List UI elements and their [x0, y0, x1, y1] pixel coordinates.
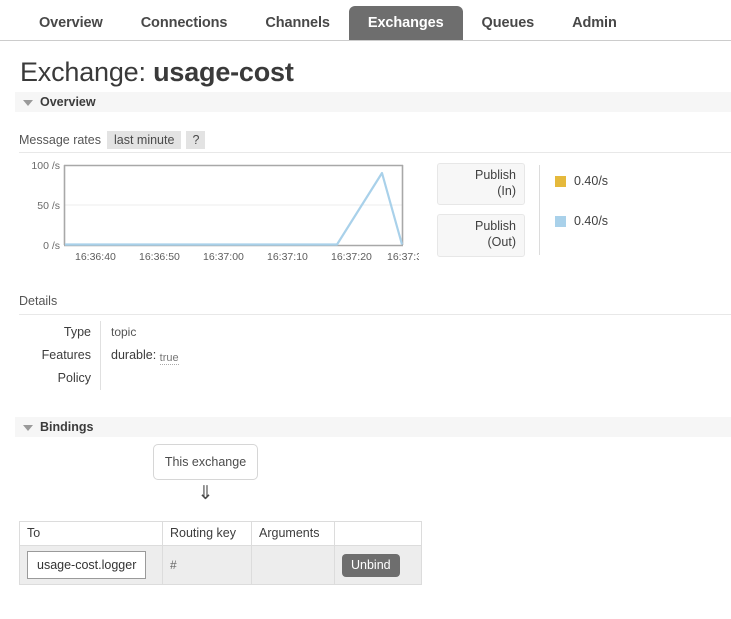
tab-admin[interactable]: Admin: [553, 6, 636, 40]
bindings-table-body: usage-cost.logger # Unbind: [19, 545, 422, 585]
section-header-bindings[interactable]: Bindings: [15, 417, 731, 437]
tab-overview[interactable]: Overview: [20, 6, 122, 40]
rates-help-icon[interactable]: ?: [186, 131, 206, 149]
chart-svg: 100 /s 50 /s 0 /s 16:36:40 16:36:50 16:3…: [31, 160, 419, 263]
legend-value-publish-out: 0.40/s: [574, 214, 609, 228]
chevron-down-icon: [23, 100, 33, 106]
tab-connections[interactable]: Connections: [122, 6, 247, 40]
bindings-header-actions: [334, 521, 422, 546]
tab-queues[interactable]: Queues: [463, 6, 554, 40]
legend-button-publish-in-line1: Publish: [475, 168, 516, 182]
legend-button-publish-out-line2: (Out): [487, 234, 516, 249]
page-title-name: usage-cost: [153, 57, 294, 87]
chart-xtick-3: 16:37:10: [267, 251, 308, 263]
details-row-type: Type topic: [19, 321, 179, 344]
unbind-button[interactable]: Unbind: [342, 553, 400, 577]
legend-value-publish-in: 0.40/s: [574, 174, 609, 188]
tab-exchanges[interactable]: Exchanges: [348, 6, 463, 40]
rates-period-selector[interactable]: last minute: [106, 131, 182, 149]
details-key-type: Type: [19, 321, 101, 344]
legend-vertical-divider: [539, 165, 540, 255]
message-rates-controls: Message rates last minute ?: [19, 131, 210, 149]
legend-swatch-publish-in: [555, 175, 566, 187]
bindings-header-routing-key: Routing key: [162, 521, 252, 546]
bindings-header-row: To Routing key Arguments: [19, 521, 422, 546]
details-divider: [19, 314, 731, 315]
chart-ytick-100: 100 /s: [31, 160, 60, 172]
rates-divider: [19, 152, 731, 153]
details-key-features: Features: [19, 344, 101, 367]
binding-cell-to: usage-cost.logger: [19, 545, 163, 585]
tab-overview-label: Overview: [39, 15, 103, 31]
details-value-policy: [101, 367, 179, 390]
binding-cell-actions: Unbind: [334, 545, 422, 585]
legend-button-publish-out-line1: Publish: [475, 219, 516, 234]
tab-queues-label: Queues: [481, 15, 535, 31]
chart-xtick-1: 16:36:50: [139, 251, 180, 263]
chart-legend: Publish (In) Publish (Out) 0.40/s 0.40/s: [437, 163, 608, 257]
main-navbar: Overview Connections Channels Exchanges …: [0, 0, 731, 41]
nav-tab-list: Overview Connections Channels Exchanges …: [20, 6, 636, 40]
binding-routing-key-value: #: [170, 558, 177, 572]
chart-xtick-0: 16:36:40: [75, 251, 116, 263]
section-header-bindings-label: Bindings: [40, 420, 94, 434]
details-value-features: durable: true: [101, 344, 179, 367]
legend-key-buttons: Publish (In) Publish (Out): [437, 163, 525, 257]
legend-row-publish-out: 0.40/s: [555, 214, 608, 228]
legend-button-publish-out[interactable]: Publish (Out): [437, 214, 525, 257]
this-exchange-label: This exchange: [164, 455, 247, 469]
chart-xtick-2: 16:37:00: [203, 251, 244, 263]
tab-admin-label: Admin: [572, 15, 617, 31]
legend-row-publish-in: 0.40/s: [555, 174, 608, 188]
table-row: usage-cost.logger # Unbind: [19, 545, 422, 585]
binding-cell-routing-key: #: [162, 545, 252, 585]
details-feature-name: durable:: [111, 348, 157, 362]
tab-channels[interactable]: Channels: [246, 6, 348, 40]
page-title: Exchange: usage-cost: [20, 57, 294, 88]
details-row-policy: Policy: [19, 367, 179, 390]
bindings-table: To Routing key Arguments usage-cost.logg…: [19, 521, 422, 585]
chart-xtick-5: 16:37:30: [387, 251, 419, 263]
chevron-down-icon: [23, 425, 33, 431]
chart-ytick-50: 50 /s: [37, 200, 60, 212]
details-title: Details: [19, 294, 58, 308]
details-feature-value: true: [159, 352, 179, 365]
details-table: Type topic Features durable: true Policy: [19, 321, 179, 390]
legend-value-list: 0.40/s 0.40/s: [555, 163, 608, 228]
chart-xtick-4: 16:37:20: [331, 251, 372, 263]
binding-cell-arguments: [251, 545, 335, 585]
chart-ytick-0: 0 /s: [43, 240, 60, 252]
details-key-policy: Policy: [19, 367, 101, 390]
bindings-table-head: To Routing key Arguments: [19, 521, 422, 546]
double-down-arrow-icon: ⇓: [197, 483, 214, 504]
section-header-overview-label: Overview: [40, 95, 96, 109]
bindings-header-arguments: Arguments: [251, 521, 335, 546]
bindings-header-to: To: [19, 521, 163, 546]
tab-channels-label: Channels: [265, 15, 330, 31]
message-rates-label: Message rates: [19, 133, 101, 147]
details-value-type: topic: [111, 325, 137, 339]
tab-exchanges-label: Exchanges: [367, 15, 444, 31]
details-row-features: Features durable: true: [19, 344, 179, 367]
section-header-overview[interactable]: Overview: [15, 92, 731, 112]
binding-queue-link[interactable]: usage-cost.logger: [27, 551, 147, 579]
tab-connections-label: Connections: [140, 15, 228, 31]
page-title-prefix: Exchange:: [20, 57, 146, 87]
legend-swatch-publish-out: [555, 215, 566, 227]
legend-button-publish-in[interactable]: Publish (In): [437, 163, 525, 206]
message-rates-chart: 100 /s 50 /s 0 /s 16:36:40 16:36:50 16:3…: [19, 160, 419, 265]
this-exchange-node[interactable]: This exchange: [153, 444, 258, 480]
legend-button-publish-in-line2: (In): [497, 183, 516, 198]
